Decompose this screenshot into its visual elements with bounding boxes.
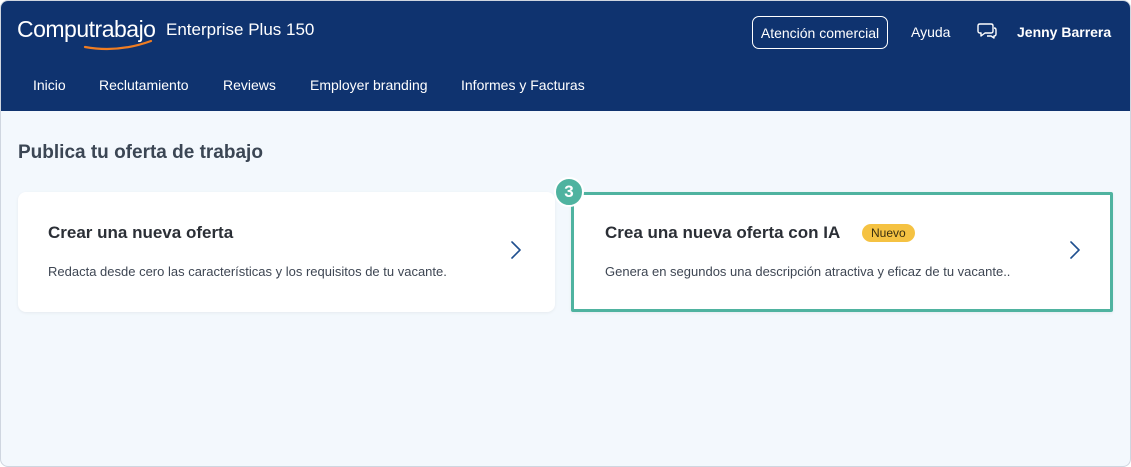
logo-swoosh-icon [83, 39, 153, 51]
nav-item-informes-facturas[interactable]: Informes y Facturas [461, 77, 585, 93]
create-offer-card[interactable]: Crear una nueva oferta Redacta desde cer… [18, 192, 555, 312]
create-offer-ai-card[interactable]: Crea una nueva oferta con IA Nuevo Gener… [571, 192, 1113, 312]
card-title: Crea una nueva oferta con IA [605, 223, 841, 242]
nav-item-reviews[interactable]: Reviews [223, 77, 276, 93]
help-link[interactable]: Ayuda [911, 24, 950, 40]
main-nav: Inicio Reclutamiento Reviews Employer br… [1, 77, 1130, 97]
card-title: Crear una nueva oferta [48, 223, 234, 242]
nav-item-inicio[interactable]: Inicio [33, 77, 66, 93]
user-menu[interactable]: Jenny Barrera [1017, 24, 1111, 40]
chevron-right-icon [511, 241, 521, 259]
nav-item-reclutamiento[interactable]: Reclutamiento [99, 77, 189, 93]
step-number-badge: 3 [554, 177, 584, 207]
card-description: Redacta desde cero las características y… [48, 264, 447, 279]
nav-item-employer-branding[interactable]: Employer branding [310, 77, 428, 93]
top-header: Computrabajo Enterprise Plus 150 Atenció… [1, 1, 1130, 111]
chevron-right-icon [1070, 241, 1080, 259]
page-title: Publica tu oferta de trabajo [18, 142, 263, 163]
app-window: Computrabajo Enterprise Plus 150 Atenció… [0, 0, 1131, 467]
chat-icon[interactable] [977, 22, 997, 40]
card-description: Genera en segundos una descripción atrac… [605, 264, 1011, 279]
commercial-attention-button[interactable]: Atención comercial [752, 16, 888, 49]
plan-label: Enterprise Plus 150 [166, 20, 315, 39]
new-badge: Nuevo [862, 224, 915, 242]
